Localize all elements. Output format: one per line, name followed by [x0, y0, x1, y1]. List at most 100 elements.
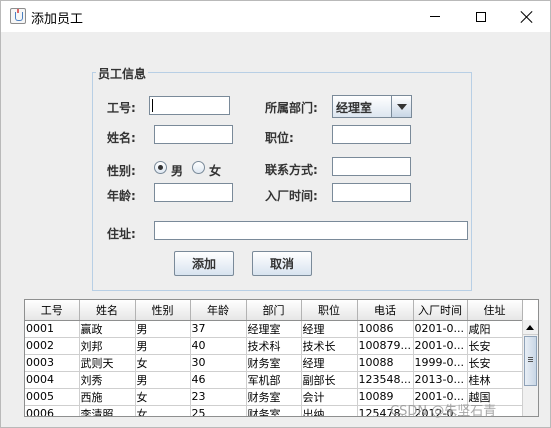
table-cell: 经理室: [246, 320, 302, 338]
group-title: 员工信息: [96, 65, 149, 82]
table-cell: 会计: [301, 388, 358, 406]
department-combobox[interactable]: 经理室: [332, 95, 412, 118]
close-icon: [521, 11, 533, 23]
table-cell: 女: [135, 405, 191, 416]
minimize-button[interactable]: [412, 1, 458, 32]
address-input[interactable]: [155, 222, 467, 239]
grip-icon: [528, 357, 533, 358]
column-header[interactable]: 姓名: [79, 300, 136, 321]
table-row[interactable]: 0001 赢政 男 37 经理室 经理 10086 0201-0... 咸阳: [25, 320, 523, 338]
table-cell: 刘秀: [79, 371, 136, 389]
name-field[interactable]: [154, 125, 233, 144]
table-row[interactable]: 0003 武则天 女 30 财务室 经理 10088 1999-0... 长安: [25, 354, 523, 372]
gender-male-radio[interactable]: [154, 161, 167, 174]
column-header[interactable]: 性别: [135, 300, 191, 321]
name-label: 姓名:: [107, 131, 136, 145]
age-field[interactable]: [154, 183, 233, 202]
table-cell: 长安: [467, 337, 523, 355]
table-header-row: 工号 姓名 性别 年龄 部门 职位 电话 入厂时间 住址: [25, 300, 523, 321]
department-label: 所属部门:: [265, 101, 318, 115]
scroll-up-arrow-icon[interactable]: [523, 320, 538, 335]
title-bar: 添加员工: [1, 1, 550, 32]
column-header[interactable]: 电话: [357, 300, 414, 321]
table-cell: 123548...: [357, 371, 414, 389]
table-row[interactable]: 0002 刘邦 男 40 技术科 技术长 100879... 2001-0...…: [25, 337, 523, 355]
age-input[interactable]: [155, 184, 232, 201]
department-selected: 经理室: [336, 101, 373, 115]
table-cell: 武则天: [79, 354, 136, 372]
table-cell: 0004: [25, 371, 80, 389]
position-field[interactable]: [332, 125, 411, 144]
table-cell: 23: [190, 388, 247, 406]
table-cell: 财务室: [246, 388, 302, 406]
table-cell: 男: [135, 337, 191, 355]
table-cell: 0001: [25, 320, 80, 338]
table-cell: 出纳: [301, 405, 358, 416]
table-cell: 10086: [357, 320, 414, 338]
cancel-button[interactable]: 取消: [252, 251, 312, 276]
close-button[interactable]: [504, 1, 550, 32]
java-app-icon: [10, 8, 26, 24]
table-cell: 赢政: [79, 320, 136, 338]
chevron-down-icon[interactable]: [391, 96, 411, 117]
id-field[interactable]: [149, 96, 230, 115]
table-row[interactable]: 0004 刘秀 男 46 军机部 副部长 123548... 2013-0...…: [25, 371, 523, 389]
contact-input[interactable]: [333, 158, 410, 175]
table-cell: 0201-0...: [413, 320, 468, 338]
table-cell: 桂林: [467, 371, 523, 389]
column-header[interactable]: 住址: [467, 300, 523, 321]
table-cell: 长安: [467, 354, 523, 372]
table-cell: 46: [190, 371, 247, 389]
name-input[interactable]: [155, 126, 232, 143]
table-cell: 30: [190, 354, 247, 372]
column-header[interactable]: 工号: [25, 300, 80, 321]
table-cell: 男: [135, 320, 191, 338]
table-cell: 技术科: [246, 337, 302, 355]
table-cell: 经理: [301, 354, 358, 372]
position-label: 职位:: [265, 131, 294, 145]
address-field[interactable]: [154, 221, 468, 240]
maximize-button[interactable]: [458, 1, 504, 32]
scrollbar-thumb[interactable]: [524, 336, 537, 386]
table-cell: 财务室: [246, 354, 302, 372]
csdn-watermark: CSDN @朱坚石青: [390, 404, 497, 419]
position-input[interactable]: [333, 126, 410, 143]
add-button[interactable]: 添加: [174, 251, 234, 276]
table-cell: 军机部: [246, 371, 302, 389]
window-title: 添加员工: [31, 12, 84, 27]
table-vertical-scrollbar[interactable]: [522, 320, 538, 416]
table-cell: 女: [135, 388, 191, 406]
hire-date-field[interactable]: [332, 183, 411, 202]
column-header[interactable]: 入厂时间: [413, 300, 468, 321]
id-input[interactable]: [150, 97, 229, 114]
table-cell: 100879...: [357, 337, 414, 355]
table-cell: 李清照: [79, 405, 136, 416]
table-cell: 财务室: [246, 405, 302, 416]
table-cell: 技术长: [301, 337, 358, 355]
contact-field[interactable]: [332, 157, 411, 176]
column-header[interactable]: 职位: [301, 300, 358, 321]
table-cell: 25: [190, 405, 247, 416]
text-caret: [152, 99, 153, 112]
column-header[interactable]: 部门: [246, 300, 302, 321]
table-cell: 1999-0...: [413, 354, 468, 372]
table-cell: 副部长: [301, 371, 358, 389]
table-cell: 经理: [301, 320, 358, 338]
gender-female-radio[interactable]: [192, 161, 205, 174]
table-cell: 0003: [25, 354, 80, 372]
column-header[interactable]: 年龄: [190, 300, 247, 321]
table-cell: 0005: [25, 388, 80, 406]
minimize-icon: [430, 16, 440, 17]
maximize-icon: [476, 11, 486, 22]
contact-label: 联系方式:: [265, 163, 318, 177]
hire-date-input[interactable]: [333, 184, 410, 201]
gender-female-label[interactable]: 女: [209, 162, 221, 179]
age-label: 年龄:: [107, 189, 136, 203]
add-employee-window: 添加员工 员工信息 工号: 姓名: 性别: 男 女 年龄: 所属部门: 经理室 …: [0, 0, 551, 428]
gender-male-label[interactable]: 男: [171, 162, 183, 179]
table-cell: 西施: [79, 388, 136, 406]
table-cell: 0002: [25, 337, 80, 355]
gender-label: 性别:: [107, 164, 136, 178]
table-cell: 0006: [25, 405, 80, 416]
table-cell: 男: [135, 371, 191, 389]
